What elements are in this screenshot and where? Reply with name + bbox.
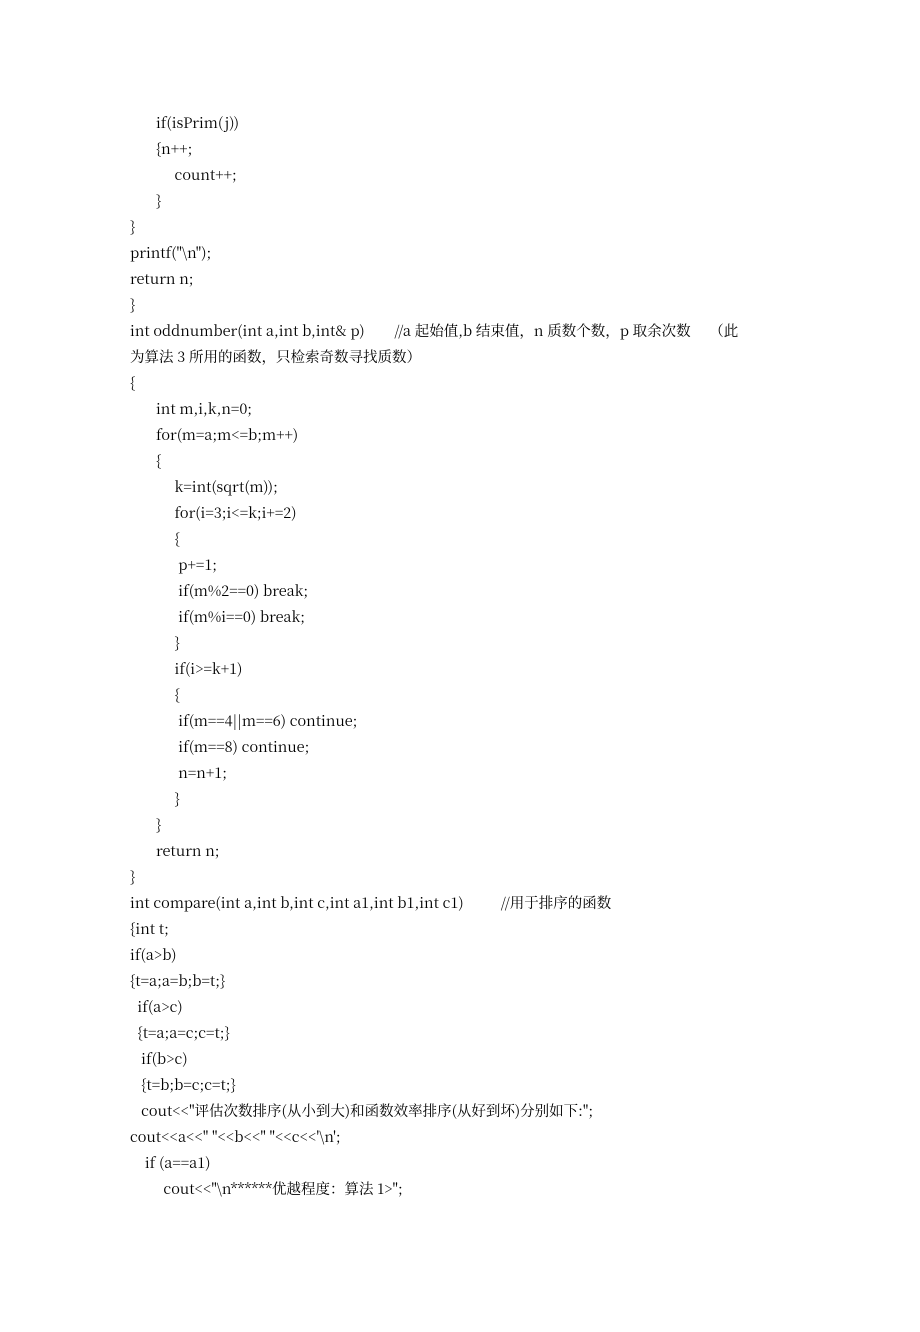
code-line: int oddnumber(int a,int b,int& p) //a 起始… — [130, 318, 790, 344]
code-line: int m,i,k,n=0; — [130, 396, 790, 422]
code-line: if (a==a1) — [130, 1150, 790, 1176]
code-line: if(a>b) — [130, 942, 790, 968]
code-line: { — [130, 370, 790, 396]
code-line: if(m%i==0) break; — [130, 604, 790, 630]
code-line: } — [130, 864, 790, 890]
code-line: } — [130, 292, 790, 318]
code-line: if(isPrim(j)) — [130, 110, 790, 136]
code-line: } — [130, 812, 790, 838]
code-line: if(a>c) — [130, 994, 790, 1020]
code-line: { — [130, 682, 790, 708]
code-line: cout<<a<<" "<<b<<" "<<c<<'\n'; — [130, 1124, 790, 1150]
code-line: } — [130, 214, 790, 240]
code-line: { — [130, 526, 790, 552]
code-line: cout<<"评估次数排序(从小到大)和函数效率排序(从好到坏)分别如下:"; — [130, 1098, 790, 1124]
code-line: {t=b;b=c;c=t;} — [130, 1072, 790, 1098]
code-line: int compare(int a,int b,int c,int a1,int… — [130, 890, 790, 916]
code-line: printf("\n"); — [130, 240, 790, 266]
code-line: {t=a;a=b;b=t;} — [130, 968, 790, 994]
code-line: {int t; — [130, 916, 790, 942]
code-line: n=n+1; — [130, 760, 790, 786]
document-page: if(isPrim(j)) {n++; count++; }}printf("\… — [0, 0, 920, 1332]
code-line: if(i>=k+1) — [130, 656, 790, 682]
code-line: cout<<"\n******优越程度：算法 1>"; — [130, 1176, 790, 1202]
code-line: {t=a;a=c;c=t;} — [130, 1020, 790, 1046]
code-line: return n; — [130, 838, 790, 864]
code-line: { — [130, 448, 790, 474]
code-line: } — [130, 786, 790, 812]
code-line: for(m=a;m<=b;m++) — [130, 422, 790, 448]
code-line: p+=1; — [130, 552, 790, 578]
code-line: if(m==8) continue; — [130, 734, 790, 760]
code-line: {n++; — [130, 136, 790, 162]
code-line: } — [130, 630, 790, 656]
code-line: if(m%2==0) break; — [130, 578, 790, 604]
code-line: count++; — [130, 162, 790, 188]
code-line: if(b>c) — [130, 1046, 790, 1072]
code-line: if(m==4||m==6) continue; — [130, 708, 790, 734]
code-line: k=int(sqrt(m)); — [130, 474, 790, 500]
code-line: for(i=3;i<=k;i+=2) — [130, 500, 790, 526]
code-line: 为算法 3 所用的函数，只检索奇数寻找质数） — [130, 344, 790, 370]
code-line: } — [130, 188, 790, 214]
code-line: return n; — [130, 266, 790, 292]
